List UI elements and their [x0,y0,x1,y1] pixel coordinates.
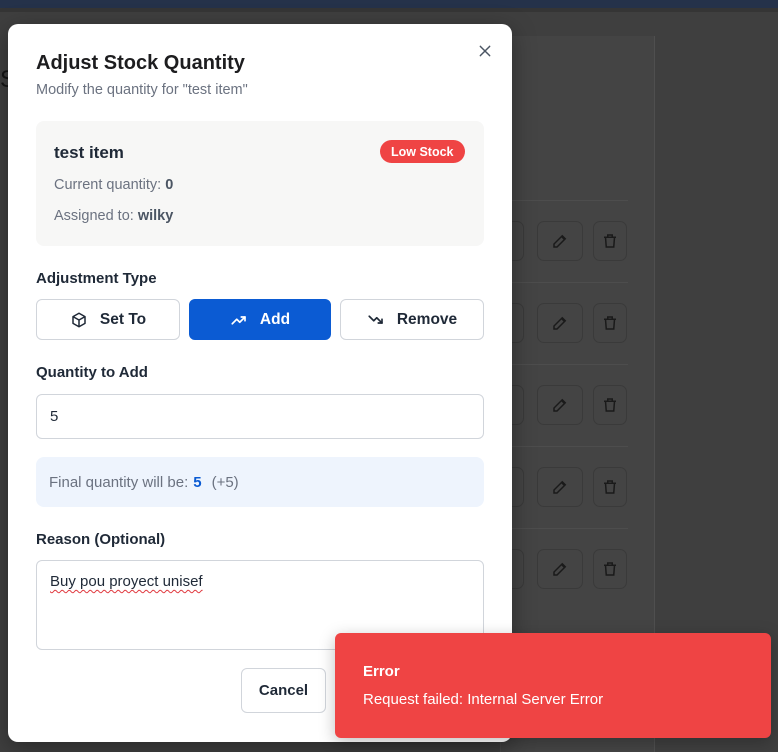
close-icon [479,45,491,57]
topbar-shadow [0,8,778,12]
background-row-divider [500,528,628,529]
assigned-to-line: Assigned to: wilky [54,208,173,224]
cancel-button[interactable]: Cancel [241,668,326,713]
close-button[interactable] [474,40,496,62]
final-quantity-delta: (+5) [211,473,239,491]
final-quantity-summary: Final quantity will be: 5 (+5) [36,457,484,507]
current-quantity-value: 0 [165,177,174,193]
background-delete-button [593,467,627,507]
item-summary-card: test item Low Stock Current quantity: 0 … [36,121,484,246]
error-toast[interactable]: Error Request failed: Internal Server Er… [335,633,771,738]
current-quantity-line: Current quantity: 0 [54,177,173,193]
trash-icon [604,234,616,248]
toast-message: Request failed: Internal Server Error [363,691,604,708]
background-delete-button [593,549,627,589]
final-quantity-value: 5 [193,473,202,491]
background-edit-button [537,467,583,507]
trash-icon [604,480,616,494]
edit-icon [553,398,567,412]
quantity-label: Quantity to Add [36,364,148,381]
background-edit-button [537,549,583,589]
quantity-input[interactable] [36,394,484,439]
final-quantity-prefix: Final quantity will be: [49,473,189,491]
background-delete-button [593,221,627,261]
edit-icon [553,316,567,330]
background-edit-button [537,221,583,261]
trash-icon [604,562,616,576]
current-quantity-label: Current quantity: [54,177,162,193]
background-row-divider [500,200,628,201]
dialog-title: Adjust Stock Quantity [36,52,245,74]
status-badge: Low Stock [380,140,465,163]
toast-title: Error [363,663,400,680]
assigned-to-label: Assigned to: [54,208,134,224]
edit-icon [553,562,567,576]
trash-icon [604,316,616,330]
background-row-divider [500,364,628,365]
box-icon [72,312,86,327]
trash-icon [604,398,616,412]
adjustment-type-label: Adjustment Type [36,270,157,287]
background-delete-button [593,303,627,343]
background-row-divider [500,282,628,283]
adjustment-remove-label: Remove [396,310,458,328]
trending-down-icon [368,314,383,324]
trending-up-icon [231,315,246,325]
adjustment-add-button[interactable]: Add [189,299,331,340]
reason-label: Reason (Optional) [36,531,166,548]
background-edit-button [537,385,583,425]
assigned-to-value: wilky [137,208,174,224]
item-name: test item [54,143,124,162]
adjustment-set-to-label: Set To [99,310,147,328]
adjustment-add-label: Add [259,310,291,328]
edit-icon [553,480,567,494]
edit-icon [553,234,567,248]
app-topbar [0,0,778,8]
background-row-divider [500,446,628,447]
background-edit-button [537,303,583,343]
adjustment-set-to-button[interactable]: Set To [36,299,180,340]
background-delete-button [593,385,627,425]
dialog-subtitle: Modify the quantity for "test item" [36,82,248,98]
adjustment-remove-button[interactable]: Remove [340,299,484,340]
